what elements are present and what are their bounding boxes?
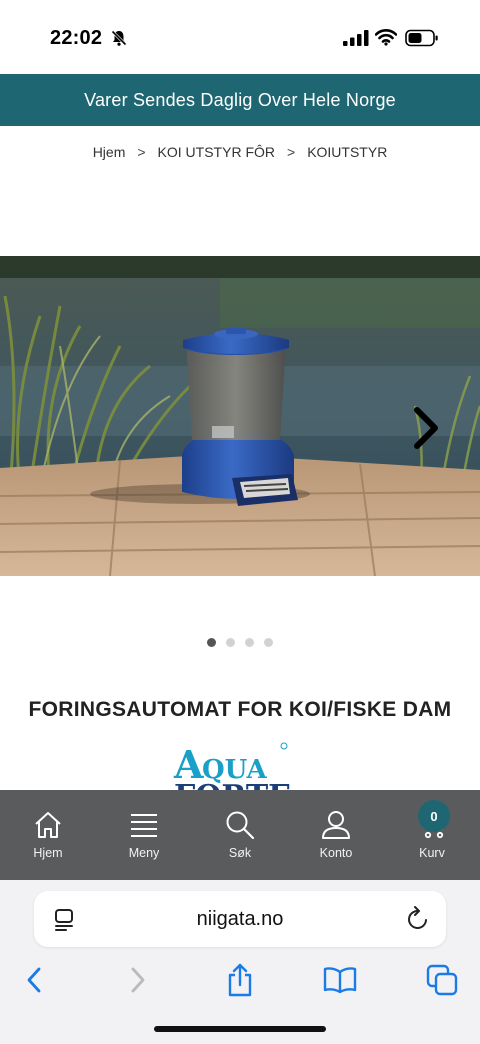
product-photo bbox=[0, 256, 480, 576]
tabs-icon bbox=[426, 964, 458, 996]
page-settings-icon[interactable] bbox=[52, 907, 76, 931]
store-bottom-nav: Hjem Meny Søk Konto 0 Kurv bbox=[0, 790, 480, 880]
wifi-icon bbox=[375, 29, 397, 46]
nav-home-label: Hjem bbox=[33, 846, 63, 860]
status-bar: 22:02 bbox=[0, 0, 480, 74]
forward-button[interactable] bbox=[118, 960, 158, 1000]
nav-account-label: Konto bbox=[319, 846, 353, 860]
nav-cart-label: Kurv bbox=[419, 846, 445, 860]
browser-bottom-bar: niigata.no bbox=[0, 880, 480, 1044]
carousel-next-icon[interactable] bbox=[412, 406, 440, 450]
share-icon bbox=[228, 963, 252, 997]
nav-search[interactable]: Søk bbox=[192, 790, 288, 880]
carousel-dot-1[interactable] bbox=[207, 638, 216, 647]
breadcrumb-category-link[interactable]: KOI UTSTYR FÔR bbox=[154, 144, 279, 160]
breadcrumb-separator: > bbox=[137, 144, 146, 160]
carousel-dot-2[interactable] bbox=[226, 638, 235, 647]
open-book-icon bbox=[323, 967, 357, 994]
nav-menu-label: Meny bbox=[128, 846, 160, 860]
nav-menu[interactable]: Meny bbox=[96, 790, 192, 880]
shipping-banner: Varer Sendes Daglig Over Hele Norge bbox=[0, 74, 480, 126]
product-title: FORINGSAUTOMAT FOR KOI/FISKE DAM bbox=[28, 698, 452, 721]
nav-cart[interactable]: 0 Kurv bbox=[384, 790, 480, 880]
share-button[interactable] bbox=[220, 960, 260, 1000]
breadcrumb: Hjem > KOI UTSTYR FÔR > KOIUTSTYR bbox=[0, 140, 480, 164]
product-image-carousel[interactable] bbox=[0, 256, 480, 576]
carousel-dot-4[interactable] bbox=[264, 638, 273, 647]
brand-logo: A QUA FORTE bbox=[173, 742, 291, 796]
battery-icon bbox=[405, 29, 438, 47]
search-icon bbox=[226, 811, 255, 840]
silent-bell-icon bbox=[111, 30, 127, 46]
carousel-pagination bbox=[0, 638, 480, 650]
carousel-dot-3[interactable] bbox=[245, 638, 254, 647]
home-indicator bbox=[154, 1026, 326, 1032]
breadcrumb-home-link[interactable]: Hjem bbox=[89, 144, 130, 160]
address-bar[interactable]: niigata.no bbox=[34, 891, 446, 947]
breadcrumb-separator: > bbox=[287, 144, 296, 160]
breadcrumb-current: KOIUTSTYR bbox=[307, 144, 388, 160]
browser-toolbar bbox=[0, 960, 480, 1016]
cellular-signal-icon bbox=[343, 30, 369, 46]
bookmarks-button[interactable] bbox=[320, 960, 360, 1000]
shipping-banner-text: Varer Sendes Daglig Over Hele Norge bbox=[84, 89, 396, 110]
reload-icon[interactable] bbox=[406, 906, 430, 932]
nav-home[interactable]: Hjem bbox=[0, 790, 96, 880]
chevron-right-icon bbox=[131, 967, 145, 993]
home-icon bbox=[35, 812, 61, 838]
tabs-button[interactable] bbox=[422, 960, 462, 1000]
back-button[interactable] bbox=[14, 960, 54, 1000]
nav-search-label: Søk bbox=[228, 846, 252, 860]
nav-account[interactable]: Konto bbox=[288, 790, 384, 880]
status-time: 22:02 bbox=[50, 27, 103, 49]
chevron-left-icon bbox=[27, 967, 41, 993]
menu-icon bbox=[131, 814, 157, 837]
cart-count-badge: 0 bbox=[418, 800, 450, 832]
account-icon bbox=[322, 811, 350, 839]
address-bar-url: niigata.no bbox=[196, 907, 284, 930]
